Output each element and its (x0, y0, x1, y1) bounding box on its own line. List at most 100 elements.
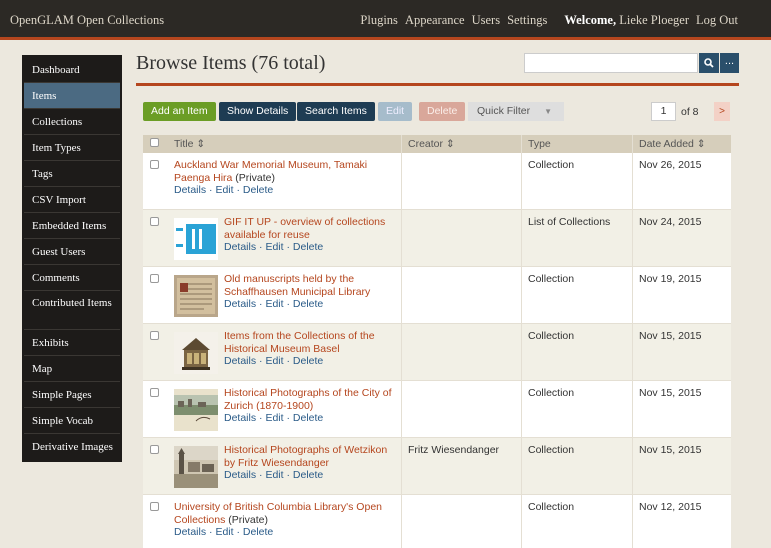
show-details-button[interactable]: Show Details (219, 102, 297, 121)
items-table: Title ⇕ Creator ⇕ Type Date Added ⇕ Auck… (143, 135, 731, 548)
delete-button[interactable]: Delete (419, 102, 466, 121)
item-creator (401, 153, 521, 209)
details-link[interactable]: Details (224, 355, 256, 367)
delete-link[interactable]: Delete (243, 184, 273, 196)
sidebar-item-contributed-items[interactable]: Contributed Items (24, 291, 120, 330)
welcome-text: Welcome, Lieke Ploeger (564, 13, 689, 28)
sidebar: Dashboard Items Collections Item Types T… (22, 55, 122, 462)
add-item-button[interactable]: Add an Item (143, 102, 216, 121)
sidebar-item-simple-pages[interactable]: Simple Pages (24, 382, 120, 408)
row-checkbox[interactable] (150, 331, 159, 340)
logout-link[interactable]: Log Out (696, 13, 738, 28)
next-page-button[interactable]: > (714, 102, 730, 121)
item-title-link[interactable]: Old manuscripts held by the Schaffhausen… (224, 273, 370, 298)
item-creator (401, 210, 521, 266)
sidebar-item-collections[interactable]: Collections (24, 109, 120, 135)
details-link[interactable]: Details (174, 184, 206, 196)
sidebar-item-simple-vocab[interactable]: Simple Vocab (24, 408, 120, 434)
sidebar-item-guest-users[interactable]: Guest Users (24, 239, 120, 265)
details-link[interactable]: Details (174, 526, 206, 538)
details-link[interactable]: Details (224, 298, 256, 310)
nav-plugins[interactable]: Plugins (360, 13, 398, 28)
edit-link[interactable]: Edit (265, 469, 283, 481)
delete-link[interactable]: Delete (293, 241, 323, 253)
row-checkbox[interactable] (150, 388, 159, 397)
edit-link[interactable]: Edit (265, 241, 283, 253)
edit-link[interactable]: Edit (265, 412, 283, 424)
quick-filter-select[interactable]: Quick Filter ▼ (468, 102, 564, 121)
nav-settings[interactable]: Settings (507, 13, 547, 28)
sidebar-item-exhibits[interactable]: Exhibits (24, 330, 120, 356)
sidebar-item-csv-import[interactable]: CSV Import (24, 187, 120, 213)
site-title-link[interactable]: OpenGLAM Open Collections (10, 13, 164, 28)
table-row: University of British Columbia Library's… (143, 495, 731, 548)
item-date-added: Nov 15, 2015 (632, 324, 731, 380)
advanced-search-button[interactable]: ... (720, 53, 739, 73)
sidebar-item-items[interactable]: Items (24, 83, 120, 109)
item-date-added: Nov 15, 2015 (632, 381, 731, 437)
page-title: Browse Items (76 total) (136, 52, 326, 74)
edit-link[interactable]: Edit (265, 355, 283, 367)
delete-link[interactable]: Delete (293, 412, 323, 424)
item-creator (401, 267, 521, 323)
column-title[interactable]: Title ⇕ (167, 135, 401, 153)
row-checkbox[interactable] (150, 502, 159, 511)
item-type: List of Collections (521, 210, 632, 266)
nav-appearance[interactable]: Appearance (405, 13, 465, 28)
row-checkbox[interactable] (150, 274, 159, 283)
nav-users[interactable]: Users (472, 13, 500, 28)
row-checkbox[interactable] (150, 217, 159, 226)
sidebar-item-derivative-images[interactable]: Derivative Images (24, 434, 120, 460)
item-creator (401, 495, 521, 548)
table-row: Historical Photographs of Wetzikon by Fr… (143, 438, 731, 495)
item-title-link[interactable]: Items from the Collections of the Histor… (224, 330, 375, 355)
item-thumbnail[interactable] (174, 389, 218, 431)
sidebar-item-comments[interactable]: Comments (24, 265, 120, 291)
item-date-added: Nov 19, 2015 (632, 267, 731, 323)
edit-link[interactable]: Edit (265, 298, 283, 310)
search-button[interactable] (699, 53, 719, 73)
row-checkbox[interactable] (150, 445, 159, 454)
details-link[interactable]: Details (224, 412, 256, 424)
page-count: of 8 (681, 106, 699, 118)
user-name[interactable]: Lieke Ploeger (619, 13, 689, 27)
item-date-added: Nov 24, 2015 (632, 210, 731, 266)
column-creator[interactable]: Creator ⇕ (401, 135, 521, 153)
select-all-checkbox[interactable] (150, 138, 159, 147)
sidebar-item-embedded-items[interactable]: Embedded Items (24, 213, 120, 239)
edit-button[interactable]: Edit (378, 102, 413, 121)
table-header: Title ⇕ Creator ⇕ Type Date Added ⇕ (143, 135, 731, 153)
item-thumbnail[interactable] (174, 446, 218, 488)
private-label: (Private) (228, 513, 268, 526)
delete-link[interactable]: Delete (293, 355, 323, 367)
edit-link[interactable]: Edit (215, 184, 233, 196)
item-thumbnail[interactable] (174, 275, 218, 317)
page-number-input[interactable]: 1 (651, 102, 676, 121)
delete-link[interactable]: Delete (293, 298, 323, 310)
sidebar-item-item-types[interactable]: Item Types (24, 135, 120, 161)
row-checkbox[interactable] (150, 160, 159, 169)
item-title-link[interactable]: GIF IT UP - overview of collections avai… (224, 216, 385, 241)
details-link[interactable]: Details (224, 241, 256, 253)
item-title-link[interactable]: Historical Photographs of the City of Zu… (224, 387, 392, 412)
item-title-block: Historical Photographs of the City of Zu… (224, 387, 401, 431)
item-title-link[interactable]: University of British Columbia Library's… (174, 501, 382, 526)
edit-link[interactable]: Edit (215, 526, 233, 538)
search-input[interactable] (524, 53, 698, 73)
details-link[interactable]: Details (224, 469, 256, 481)
sidebar-item-map[interactable]: Map (24, 356, 120, 382)
search-items-button[interactable]: Search Items (297, 102, 375, 121)
delete-link[interactable]: Delete (293, 469, 323, 481)
item-creator (401, 324, 521, 380)
table-row: Items from the Collections of the Histor… (143, 324, 731, 381)
delete-link[interactable]: Delete (243, 526, 273, 538)
item-title-block: Old manuscripts held by the Schaffhausen… (224, 273, 401, 317)
table-row: Historical Photographs of the City of Zu… (143, 381, 731, 438)
item-thumbnail[interactable] (174, 332, 218, 374)
item-type: Collection (521, 381, 632, 437)
sidebar-item-dashboard[interactable]: Dashboard (24, 57, 120, 83)
item-title-link[interactable]: Historical Photographs of Wetzikon by Fr… (224, 444, 387, 469)
sidebar-item-tags[interactable]: Tags (24, 161, 120, 187)
item-thumbnail[interactable] (174, 218, 218, 260)
column-date-added[interactable]: Date Added ⇕ (632, 135, 731, 153)
